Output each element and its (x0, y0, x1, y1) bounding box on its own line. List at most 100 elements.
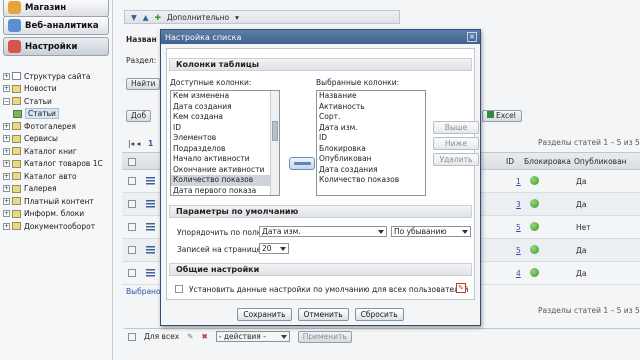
tree-item-docflow[interactable]: + Документооборот (3, 220, 111, 233)
list-item[interactable]: Дата изм. (317, 123, 425, 134)
available-columns-label: Доступные колонки: (170, 78, 252, 87)
module-label: Настройки (25, 41, 78, 52)
list-scrollbar[interactable] (270, 91, 279, 195)
cancel-button[interactable]: Отменить (297, 307, 349, 321)
apply-all-users-label: Установить данные настройки по умолчанию… (189, 285, 469, 294)
section-defaults: Параметры по умолчанию (169, 205, 472, 218)
per-page-select[interactable]: 20 (259, 243, 289, 254)
folder-icon (13, 109, 22, 118)
tree-item-book-catalog[interactable]: + Каталог книг (3, 145, 111, 158)
dialog-footer: Сохранить Отменить Сбросить (161, 303, 480, 325)
expand-icon[interactable]: + (3, 210, 10, 218)
settings-icon (8, 40, 21, 53)
expand-icon[interactable]: + (3, 72, 10, 80)
collapse-icon[interactable]: − (3, 97, 10, 105)
list-item[interactable]: Кем создана (171, 112, 279, 123)
sort-order-value: По убыванию (394, 227, 447, 236)
selected-columns-list[interactable]: Название Активность Сорт. Дата изм. ID Б… (316, 90, 426, 196)
folder-icon (12, 97, 21, 106)
store-icon (8, 1, 21, 14)
folder-icon (12, 134, 21, 143)
tree-item-structure[interactable]: + Структура сайта (3, 70, 111, 83)
list-item[interactable]: Активность (317, 102, 425, 113)
analytics-icon (8, 19, 21, 32)
dialog-body: Колонки таблицы Доступные колонки: Выбра… (166, 48, 479, 300)
folder-icon (12, 209, 21, 218)
move-up-button[interactable]: Выше (433, 121, 479, 134)
tree-item-photogallery[interactable]: + Фотогалерея (3, 120, 111, 133)
module-button-analytics[interactable]: Веб-аналитика (3, 16, 109, 35)
module-label: Магазин (25, 2, 67, 13)
folder-icon (12, 184, 21, 193)
available-columns-list[interactable]: Кем изменена Дата создания Кем создана I… (170, 90, 280, 196)
chevron-down-icon (378, 230, 384, 234)
tree-item-news[interactable]: + Новости (3, 83, 111, 96)
close-icon[interactable]: × (467, 32, 477, 42)
tree-item-gallery[interactable]: + Галерея (3, 183, 111, 196)
list-item[interactable]: Окончание активности (171, 165, 279, 176)
list-item[interactable]: Дата первого показа (171, 186, 279, 196)
page-icon (12, 72, 21, 81)
tree-item-services[interactable]: + Сервисы (3, 133, 111, 146)
dialog-title: Настройка списка (165, 32, 242, 42)
nav-tree: + Структура сайта + Новости − Статьи Статьи… (3, 70, 111, 233)
list-settings-dialog: Настройка списка × Колонки таблицы Досту… (160, 29, 481, 326)
add-column-button[interactable] (289, 157, 315, 170)
list-item[interactable]: Опубликован (317, 154, 425, 165)
expand-icon[interactable]: + (3, 85, 10, 93)
tree-item-1c-catalog[interactable]: + Каталог товаров 1С (3, 158, 111, 171)
expand-icon[interactable]: + (3, 147, 10, 155)
save-button[interactable]: Сохранить (237, 307, 292, 321)
expand-icon[interactable]: + (3, 197, 10, 205)
list-item[interactable]: ID (317, 133, 425, 144)
list-item-selected[interactable]: Количество показов (171, 175, 279, 186)
reset-button[interactable]: Сбросить (354, 307, 404, 321)
expand-icon[interactable]: + (3, 222, 10, 230)
move-down-button[interactable]: Ниже (433, 137, 479, 150)
expand-icon[interactable]: + (3, 135, 10, 143)
tree-item-articles-sub[interactable]: Статьи (3, 108, 111, 121)
module-button-settings[interactable]: Настройки (3, 37, 109, 56)
folder-icon (12, 147, 21, 156)
list-item[interactable]: Элементов (171, 133, 279, 144)
module-label: Веб-аналитика (25, 20, 99, 31)
selected-columns-label: Выбранные колонки: (316, 78, 400, 87)
list-item[interactable]: Начало активности (171, 154, 279, 165)
folder-icon (12, 172, 21, 181)
section-columns: Колонки таблицы (169, 58, 472, 71)
per-page-label: Записей на странице: (177, 245, 264, 254)
apply-all-users-checkbox[interactable] (175, 285, 183, 293)
remove-column-button[interactable]: Удалить (433, 153, 479, 166)
module-button-store[interactable]: Магазин (3, 0, 109, 17)
tree-item-paid-content[interactable]: + Платный контент (3, 195, 111, 208)
sort-field-value: Дата изм. (262, 227, 301, 236)
list-item[interactable]: Кем изменена (171, 91, 279, 102)
folder-icon (12, 159, 21, 168)
expand-icon[interactable]: + (3, 185, 10, 193)
list-item[interactable]: Дата создания (317, 165, 425, 176)
list-item[interactable]: Количество показов (317, 175, 425, 186)
list-item[interactable]: Блокировка (317, 144, 425, 155)
chevron-down-icon (462, 230, 468, 234)
tree-item-auto-catalog[interactable]: + Каталог авто (3, 170, 111, 183)
expand-icon[interactable]: + (3, 172, 10, 180)
list-item[interactable]: Подразделов (171, 144, 279, 155)
sort-field-select[interactable]: Дата изм. (259, 226, 387, 237)
expand-icon[interactable]: + (3, 122, 10, 130)
list-item[interactable]: Дата создания (171, 102, 279, 113)
sort-order-select[interactable]: По убыванию (391, 226, 471, 237)
edit-icon[interactable]: ✎ (456, 283, 466, 293)
scrollbar-thumb[interactable] (272, 121, 278, 141)
tree-item-infoblocks[interactable]: + Информ. блоки (3, 208, 111, 221)
folder-icon (12, 122, 21, 131)
list-item[interactable]: ID (171, 123, 279, 134)
folder-icon (12, 222, 21, 231)
list-item[interactable]: Сорт. (317, 112, 425, 123)
tree-item-articles[interactable]: − Статьи (3, 95, 111, 108)
chevron-down-icon (280, 247, 286, 251)
left-sidebar: Магазин Веб-аналитика Настройки + Структу… (0, 0, 113, 360)
section-general: Общие настройки (169, 263, 472, 276)
dialog-titlebar[interactable]: Настройка списка × (161, 30, 480, 44)
list-item[interactable]: Название (317, 91, 425, 102)
expand-icon[interactable]: + (3, 160, 10, 168)
